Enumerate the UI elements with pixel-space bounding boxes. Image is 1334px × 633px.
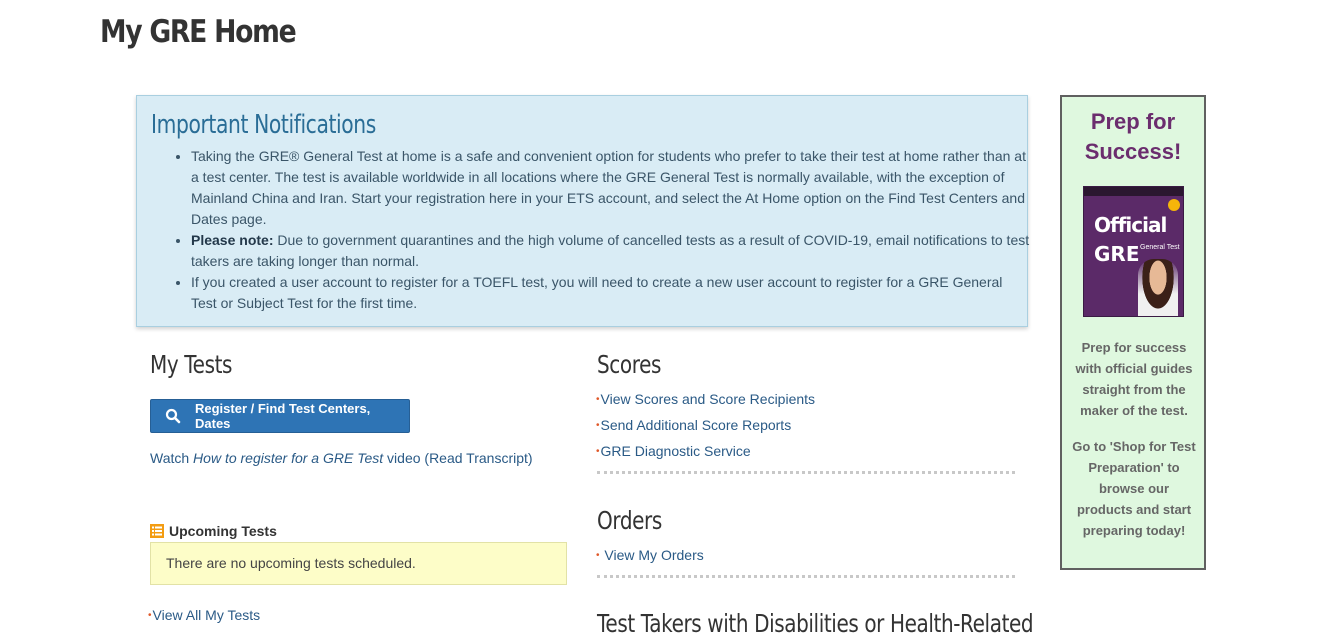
prep-for-success-ad[interactable]: Prep for Success! Official GRE General T… xyxy=(1060,95,1206,570)
notification-text: Taking the GRE® General Test at home is … xyxy=(191,148,1026,227)
notifications-panel: Important Notifications Taking the GRE® … xyxy=(136,95,1031,327)
read-transcript-link[interactable]: (Read Transcript) xyxy=(424,450,532,466)
diagnostic-service-link[interactable]: •GRE Diagnostic Service xyxy=(596,443,751,459)
diagnostic-service-label: GRE Diagnostic Service xyxy=(600,443,751,459)
notification-item: Taking the GRE® General Test at home is … xyxy=(191,146,1031,230)
book-word-official: Official xyxy=(1094,213,1167,237)
notifications-list: Taking the GRE® General Test at home is … xyxy=(171,146,1031,314)
scores-title: Scores xyxy=(597,350,662,379)
watch-prefix: Watch xyxy=(150,450,194,466)
register-button-label: Register / Find Test Centers, Dates xyxy=(195,401,371,431)
book-word-gre: GRE xyxy=(1094,242,1140,266)
view-all-my-tests-link[interactable]: •View All My Tests xyxy=(148,607,260,623)
divider xyxy=(597,575,1015,578)
official-gre-guide-book-image[interactable]: Official GRE General Test xyxy=(1083,186,1184,317)
notification-text: Due to government quarantines and the hi… xyxy=(191,232,1030,269)
book-badge-icon xyxy=(1168,199,1180,211)
view-scores-label: View Scores and Score Recipients xyxy=(600,391,816,407)
book-top-strip xyxy=(1084,187,1183,196)
register-find-test-centers-button[interactable]: Register / Find Test Centers, Dates xyxy=(150,399,410,433)
page: My GRE Home Important Notifications Taki… xyxy=(0,0,1334,633)
my-tests-title: My Tests xyxy=(150,350,233,379)
book-subtitle: General Test xyxy=(1140,244,1180,251)
book-cover-portrait xyxy=(1138,259,1178,316)
notification-text: If you created a user account to registe… xyxy=(191,274,1003,311)
promo-text-1: Prep for success with official guides st… xyxy=(1075,340,1193,418)
watch-video-link[interactable]: How to register for a GRE Test video xyxy=(193,450,420,466)
upcoming-tests-heading: Upcoming Tests xyxy=(150,523,277,539)
promo-headline: Prep for Success! xyxy=(1062,107,1204,167)
promo-headline-line1: Prep for xyxy=(1090,109,1176,134)
bullet-icon: • xyxy=(596,446,600,457)
view-my-orders-link[interactable]: • View My Orders xyxy=(596,547,704,563)
notifications-title: Important Notifications xyxy=(151,110,376,140)
send-score-reports-label: Send Additional Score Reports xyxy=(600,417,792,433)
notification-item: Please note: Due to government quarantin… xyxy=(191,230,1031,272)
promo-headline-line2: Success! xyxy=(1084,139,1182,164)
view-my-orders-label: View My Orders xyxy=(604,547,704,563)
bullet-icon: • xyxy=(596,550,600,561)
watch-video-title: How to register for a GRE Test xyxy=(193,450,384,466)
notification-item: If you created a user account to registe… xyxy=(191,272,1031,314)
bullet-icon: • xyxy=(596,394,600,405)
bullet-icon: • xyxy=(596,420,600,431)
bullet-icon: • xyxy=(148,610,152,621)
watch-suffix: video xyxy=(383,450,421,466)
disabilities-title: Test Takers with Disabilities or Health-… xyxy=(597,609,1034,633)
upcoming-tests-title: Upcoming Tests xyxy=(169,523,277,539)
promo-text-2: Go to 'Shop for Test Preparation' to bro… xyxy=(1072,439,1196,538)
upcoming-tests-message: There are no upcoming tests scheduled. xyxy=(150,542,567,585)
orders-title: Orders xyxy=(597,506,662,535)
view-scores-link[interactable]: •View Scores and Score Recipients xyxy=(596,391,815,407)
watch-video-line: Watch How to register for a GRE Test vid… xyxy=(150,450,533,466)
page-title: My GRE Home xyxy=(100,14,297,50)
send-score-reports-link[interactable]: •Send Additional Score Reports xyxy=(596,417,791,433)
divider xyxy=(597,471,1015,474)
list-icon xyxy=(150,524,164,538)
view-all-my-tests-label: View All My Tests xyxy=(152,607,261,623)
search-icon xyxy=(165,408,181,424)
notification-bold: Please note: xyxy=(191,232,274,248)
